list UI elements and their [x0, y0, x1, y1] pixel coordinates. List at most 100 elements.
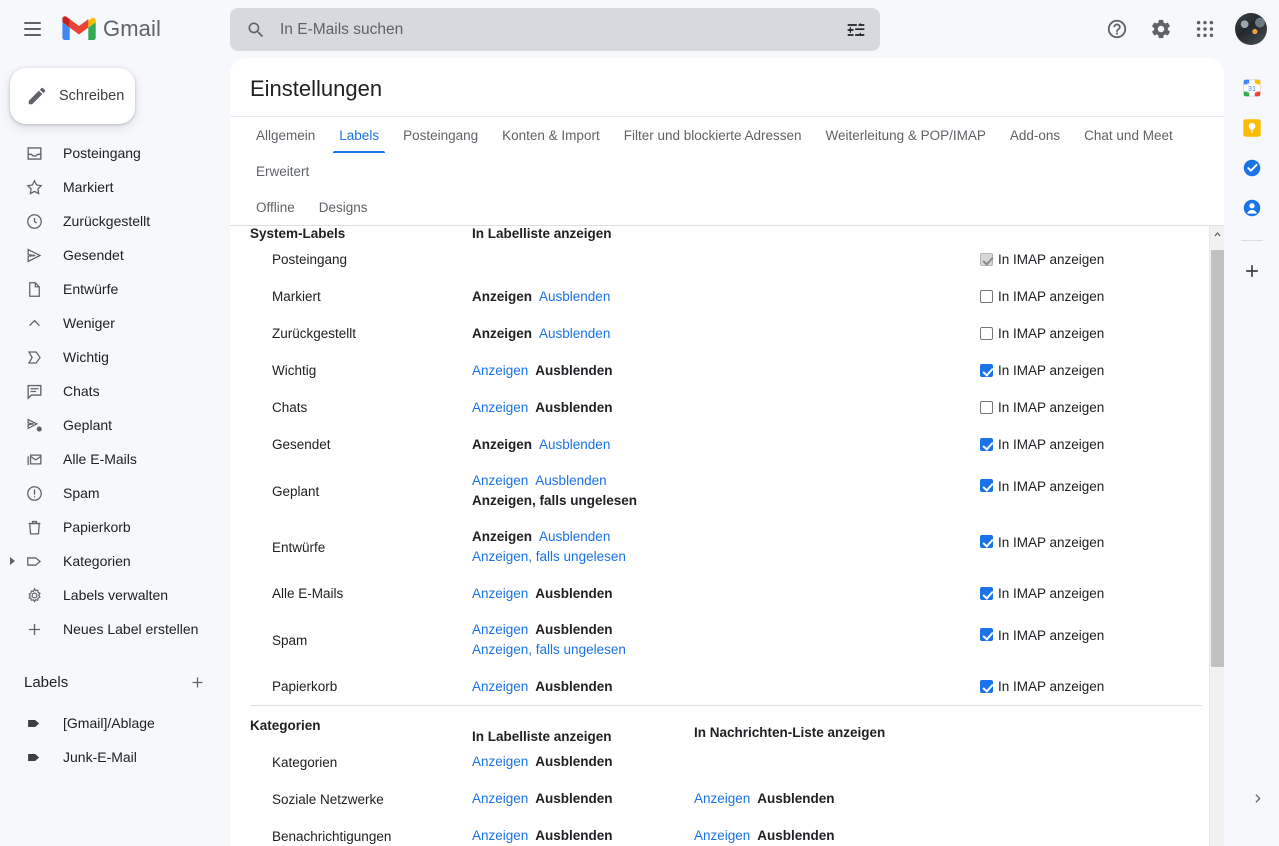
search-options-icon[interactable]	[838, 12, 874, 48]
imap-label: In IMAP anzeigen	[998, 437, 1105, 452]
table-row: Gesendet Anzeigen Ausblenden In IMAP anze…	[250, 426, 1202, 463]
expand-panel-icon[interactable]	[1245, 786, 1269, 810]
row-label-name: Geplant	[272, 483, 320, 499]
sidebar-item-weniger[interactable]: Weniger	[0, 306, 212, 340]
left-sidebar: Schreiben Posteingang Markiert Zurückges…	[0, 58, 226, 846]
option-anzeigen-link[interactable]: Anzeigen	[472, 400, 528, 415]
search-icon[interactable]	[238, 12, 274, 48]
tab-konten-import[interactable]: Konten & Import	[494, 117, 608, 153]
main-menu-icon[interactable]	[12, 9, 52, 49]
imap-checkbox[interactable]	[980, 364, 993, 377]
row-imap-cell: In IMAP anzeigen	[922, 426, 1202, 463]
tab-row-primary: Allgemein Labels Posteingang Konten & Im…	[244, 117, 1216, 189]
sidebar-label-junk-email[interactable]: Junk-E-Mail	[0, 740, 212, 774]
imap-checkbox[interactable]	[980, 290, 993, 303]
option-anzeigen-link[interactable]: Anzeigen	[472, 473, 528, 488]
option-anzeigen-active: Anzeigen	[472, 288, 533, 304]
compose-button[interactable]: Schreiben	[10, 68, 135, 124]
imap-checkbox[interactable]	[980, 587, 993, 600]
row-msg-options: Anzeigen Ausblenden	[694, 818, 922, 846]
sidebar-item-chats[interactable]: Chats	[0, 374, 212, 408]
google-calendar-icon[interactable]: 31	[1240, 76, 1264, 100]
option-ausblenden-link[interactable]: Ausblenden	[539, 529, 610, 544]
row-msg-options	[694, 241, 922, 278]
tab-weiterleitung-pop-imap[interactable]: Weiterleitung & POP/IMAP	[818, 117, 994, 153]
option-anzeigen-link[interactable]: Anzeigen	[472, 791, 528, 806]
row-msg-options	[694, 612, 922, 668]
google-contacts-icon[interactable]	[1240, 196, 1264, 220]
sidebar-item-gesendet[interactable]: Gesendet	[0, 238, 212, 272]
row-imap-cell: In IMAP anzeigen	[922, 278, 1202, 315]
option-anzeigen-link[interactable]: Anzeigen	[472, 363, 528, 378]
sidebar-item-kategorien[interactable]: Kategorien	[0, 544, 212, 578]
google-apps-icon[interactable]	[1185, 9, 1225, 49]
sidebar-item-label: Kategorien	[63, 553, 131, 569]
expand-caret-icon[interactable]	[10, 557, 15, 565]
create-label-icon[interactable]	[186, 671, 208, 693]
tab-offline[interactable]: Offline	[248, 189, 303, 225]
option-anzeigen-link[interactable]: Anzeigen	[472, 828, 528, 843]
sidebar-item-wichtig[interactable]: Wichtig	[0, 340, 212, 374]
gmail-logo[interactable]: Gmail	[62, 16, 161, 42]
all-mail-icon	[24, 449, 44, 469]
option-anzeigen-link[interactable]: Anzeigen	[472, 586, 528, 601]
google-keep-icon[interactable]	[1240, 116, 1264, 140]
sidebar-label-gmail-ablage[interactable]: [Gmail]/Ablage	[0, 706, 212, 740]
help-icon[interactable]	[1097, 9, 1137, 49]
row-list-options: Anzeigen Ausblenden Anzeigen, falls ungel…	[472, 612, 694, 668]
sidebar-item-posteingang[interactable]: Posteingang	[0, 136, 212, 170]
row-msg-options	[694, 352, 922, 389]
tab-filter-blockierte-adressen[interactable]: Filter und blockierte Adressen	[616, 117, 810, 153]
sidebar-item-zurueckgestellt[interactable]: Zurückgestellt	[0, 204, 212, 238]
option-anzeigen-link[interactable]: Anzeigen	[472, 754, 528, 769]
row-imap-cell: In IMAP anzeigen	[922, 612, 1202, 668]
option-ausblenden-link[interactable]: Ausblenden	[539, 326, 610, 341]
imap-label: In IMAP anzeigen	[998, 628, 1105, 643]
option-ausblenden-link[interactable]: Ausblenden	[535, 473, 606, 488]
scroll-up-arrow-icon[interactable]	[1210, 226, 1224, 242]
option-anzeigen-link[interactable]: Anzeigen	[472, 622, 528, 637]
sidebar-item-geplant[interactable]: Geplant	[0, 408, 212, 442]
sidebar-item-papierkorb[interactable]: Papierkorb	[0, 510, 212, 544]
sidebar-item-markiert[interactable]: Markiert	[0, 170, 212, 204]
add-apps-icon[interactable]	[1240, 259, 1264, 283]
labels-table-body: System-Labels In Labelliste anzeigen Pos…	[250, 226, 1202, 846]
sidebar-item-neues-label-erstellen[interactable]: Neues Label erstellen	[0, 612, 212, 646]
scrollbar-thumb[interactable]	[1211, 250, 1224, 667]
option-msg-anzeigen-link[interactable]: Anzeigen	[694, 791, 750, 806]
imap-checkbox[interactable]	[980, 680, 993, 693]
tab-chat-und-meet[interactable]: Chat und Meet	[1076, 117, 1181, 153]
sidebar-item-entwuerfe[interactable]: Entwürfe	[0, 272, 212, 306]
option-anzeigen-falls-ungelesen-link[interactable]: Anzeigen, falls ungelesen	[472, 641, 694, 659]
google-tasks-icon[interactable]	[1240, 156, 1264, 180]
section-title: System-Labels	[250, 226, 346, 241]
tab-labels[interactable]: Labels	[331, 117, 387, 153]
option-ausblenden-link[interactable]: Ausblenden	[539, 289, 610, 304]
imap-checkbox[interactable]	[980, 401, 993, 414]
imap-checkbox[interactable]	[980, 535, 993, 548]
tab-erweitert[interactable]: Erweitert	[248, 153, 317, 189]
search-input[interactable]	[274, 19, 838, 40]
tab-add-ons[interactable]: Add-ons	[1002, 117, 1068, 153]
row-label-name: Zurückgestellt	[272, 326, 357, 341]
imap-checkbox[interactable]	[980, 327, 993, 340]
imap-checkbox[interactable]	[980, 438, 993, 451]
option-anzeigen-link[interactable]: Anzeigen	[472, 679, 528, 694]
imap-checkbox[interactable]	[980, 479, 993, 492]
sidebar-item-alle-emails[interactable]: Alle E-Mails	[0, 442, 212, 476]
option-msg-anzeigen-link[interactable]: Anzeigen	[694, 828, 750, 843]
row-list-options: Anzeigen Ausblenden	[472, 426, 694, 463]
search-bar[interactable]	[230, 8, 880, 51]
sidebar-item-spam[interactable]: Spam	[0, 476, 212, 510]
tab-allgemein[interactable]: Allgemein	[248, 117, 323, 153]
option-anzeigen-falls-ungelesen-link[interactable]: Anzeigen, falls ungelesen	[472, 548, 694, 566]
vertical-scrollbar[interactable]	[1209, 226, 1224, 846]
tab-designs[interactable]: Designs	[311, 189, 376, 225]
avatar[interactable]	[1235, 13, 1267, 45]
imap-checkbox[interactable]	[980, 628, 993, 641]
settings-gear-icon[interactable]	[1141, 9, 1181, 49]
option-ausblenden-link[interactable]: Ausblenden	[539, 437, 610, 452]
row-msg-options	[694, 668, 922, 706]
tab-posteingang[interactable]: Posteingang	[395, 117, 486, 153]
sidebar-item-labels-verwalten[interactable]: Labels verwalten	[0, 578, 212, 612]
